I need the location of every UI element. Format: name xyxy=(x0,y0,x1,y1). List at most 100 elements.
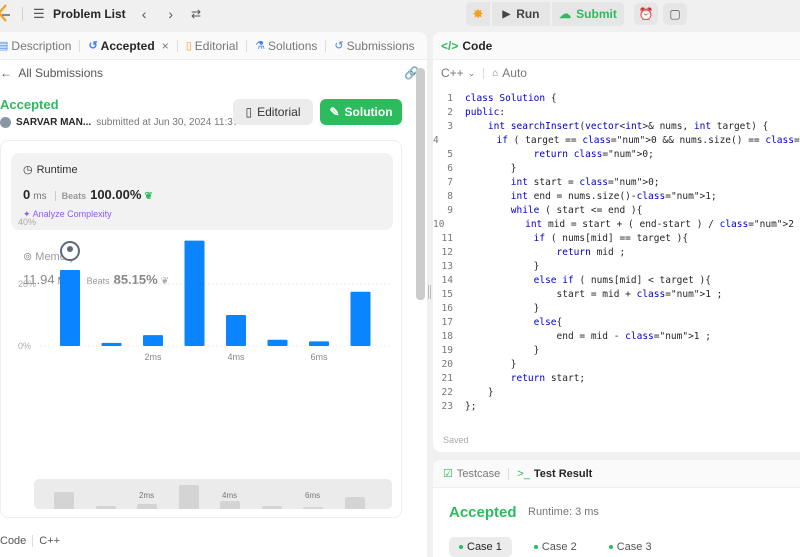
chart-bar[interactable] xyxy=(226,315,246,346)
code-text: if ( nums[mid] == target ){ xyxy=(533,232,689,244)
next-problem-icon[interactable]: › xyxy=(168,6,173,22)
line-number: 23 xyxy=(441,400,453,412)
line-number: 22 xyxy=(441,386,453,398)
tab-accepted[interactable]: ↺ Accepted × xyxy=(88,39,168,53)
code-line[interactable]: 1 class Solution { xyxy=(433,91,800,105)
avatar[interactable] xyxy=(0,117,11,128)
chart-bar[interactable] xyxy=(101,342,122,346)
language-select[interactable]: C++ xyxy=(441,66,464,80)
code-tab-label: Code xyxy=(462,38,493,53)
leetcode-logo-icon[interactable] xyxy=(0,4,12,24)
tab-code[interactable]: </> Code xyxy=(433,32,800,60)
code-line[interactable]: 17 else{ xyxy=(433,315,800,329)
line-number: 11 xyxy=(441,232,453,244)
left-tab-bar: ▤ Description ↺ Accepted × ▯ Editorial ⚗… xyxy=(0,32,427,60)
case-tab[interactable]: Case 2 xyxy=(524,537,587,557)
code-text: start = mid + class="num">1 ; xyxy=(465,288,723,300)
code-text: return class="num">0; xyxy=(533,148,654,160)
history-icon: ↺ xyxy=(88,40,98,52)
mini-bar xyxy=(137,504,157,509)
code-line[interactable]: 21 return start; xyxy=(433,371,800,385)
auto-mode[interactable]: Auto xyxy=(502,66,527,80)
line-number: 2 xyxy=(447,106,453,118)
range-slider[interactable]: 2ms 4ms 6ms xyxy=(34,479,392,509)
tab-testcase[interactable]: Testcase xyxy=(457,468,500,480)
code-line[interactable]: 20 } xyxy=(433,357,800,371)
code-line[interactable]: 7 int start = class="num">0; xyxy=(433,175,800,189)
alarm-icon: ⏰ xyxy=(638,7,654,21)
case-label: Case 1 xyxy=(467,541,502,553)
line-number: 17 xyxy=(441,316,453,328)
debug-button[interactable]: ✸ xyxy=(466,2,490,26)
code-line[interactable]: 6 } xyxy=(433,161,800,175)
panel-resize-handle[interactable] xyxy=(428,285,431,299)
case-tab[interactable]: Case 3 xyxy=(599,537,662,557)
tab-test-result[interactable]: Test Result xyxy=(534,468,592,480)
tab-label: Solutions xyxy=(268,38,318,53)
pass-dot-icon xyxy=(533,545,538,549)
code-icon: </> xyxy=(441,38,459,53)
code-line[interactable]: 4 if ( target == class="num">0 && nums.s… xyxy=(433,133,800,147)
y-tick-label: 20% xyxy=(18,279,36,289)
code-line[interactable]: 8 int end = nums.size()-class="num">1; xyxy=(433,189,800,203)
tab-submissions[interactable]: ↺ Submissions xyxy=(334,39,414,53)
code-line[interactable]: 3 int searchInsert(vector<int>& nums, in… xyxy=(433,119,800,133)
code-line[interactable]: 13 } xyxy=(433,259,800,273)
all-submissions-link[interactable]: ← All Submissions xyxy=(0,66,103,80)
runtime-title-label: Runtime xyxy=(36,163,78,176)
code-line[interactable]: 9 while ( start <= end ){ xyxy=(433,203,800,217)
left-scrollbar[interactable] xyxy=(416,68,425,300)
line-number: 4 xyxy=(433,134,439,146)
code-line[interactable]: 18 end = mid - class="num">1 ; xyxy=(433,329,800,343)
mini-bar xyxy=(178,485,199,509)
x-tick-label: 2ms xyxy=(144,352,162,362)
submit-button[interactable]: ☁ Submit xyxy=(552,2,624,26)
code-line[interactable]: 23}; xyxy=(433,399,800,413)
chart-bar[interactable] xyxy=(267,339,288,346)
mini-bar xyxy=(220,501,240,509)
code-line[interactable]: 15 start = mid + class="num">1 ; xyxy=(433,287,800,301)
line-number: 12 xyxy=(441,246,453,258)
code-line[interactable]: 22 } xyxy=(433,385,800,399)
close-icon[interactable]: × xyxy=(162,39,169,53)
code-line[interactable]: 19 } xyxy=(433,343,800,357)
problem-list-link[interactable]: Problem List xyxy=(53,7,126,21)
all-submissions-label: All Submissions xyxy=(18,66,104,80)
lock-icon: ⌂ xyxy=(492,67,499,79)
timer-button[interactable]: ⏰ xyxy=(634,3,658,25)
code-line[interactable]: 12 return mid ; xyxy=(433,245,800,259)
code-line[interactable]: 11 if ( nums[mid] == target ){ xyxy=(433,231,800,245)
chart-bar[interactable] xyxy=(60,270,80,346)
code-line[interactable]: 16 } xyxy=(433,301,800,315)
solution-button[interactable]: ✎ Solution xyxy=(320,99,402,125)
prev-problem-icon[interactable]: ‹ xyxy=(142,6,147,22)
tab-solutions[interactable]: ⚗ Solutions xyxy=(255,39,317,53)
tab-editorial[interactable]: ▯ Editorial xyxy=(186,39,238,53)
bug-icon: ✸ xyxy=(472,7,484,21)
chart-bar[interactable] xyxy=(309,341,329,346)
code-line[interactable]: 10 int mid = start + ( end-start ) / cla… xyxy=(433,217,800,231)
shuffle-icon[interactable]: ⇄ xyxy=(191,7,201,21)
mini-bar xyxy=(303,507,323,509)
code-area[interactable]: 1 class Solution {2 public: 3 int searchIns… xyxy=(433,91,800,413)
code-line[interactable]: 2 public: xyxy=(433,105,800,119)
line-number: 10 xyxy=(433,218,445,230)
tab-description[interactable]: ▤ Description xyxy=(0,39,71,53)
code-text: else{ xyxy=(533,316,563,328)
editorial-button[interactable]: ▯ Editorial xyxy=(233,99,313,125)
run-button[interactable]: ▶ Run xyxy=(492,2,550,26)
chart-bar[interactable] xyxy=(184,240,205,346)
runtime-distribution-chart[interactable]: 40% 20% 0% 2ms 4ms 6ms xyxy=(0,212,402,377)
notes-button[interactable]: ▢ xyxy=(663,3,687,25)
line-number: 20 xyxy=(441,358,453,370)
divider xyxy=(32,535,34,547)
username[interactable]: SARVAR MAN... xyxy=(16,117,91,128)
code-line[interactable]: 14 else if ( nums[mid] < target ){ xyxy=(433,273,800,287)
chart-bar[interactable] xyxy=(350,291,371,346)
chart-bar[interactable] xyxy=(143,335,163,346)
code-line[interactable]: 5 return class="num">0; xyxy=(433,147,800,161)
case-tab[interactable]: Case 1 xyxy=(449,537,512,557)
list-icon[interactable]: ☰ xyxy=(33,6,47,22)
chevron-down-icon[interactable]: ⌄ xyxy=(468,68,476,79)
code-text: int start = class="num">0; xyxy=(510,176,660,188)
